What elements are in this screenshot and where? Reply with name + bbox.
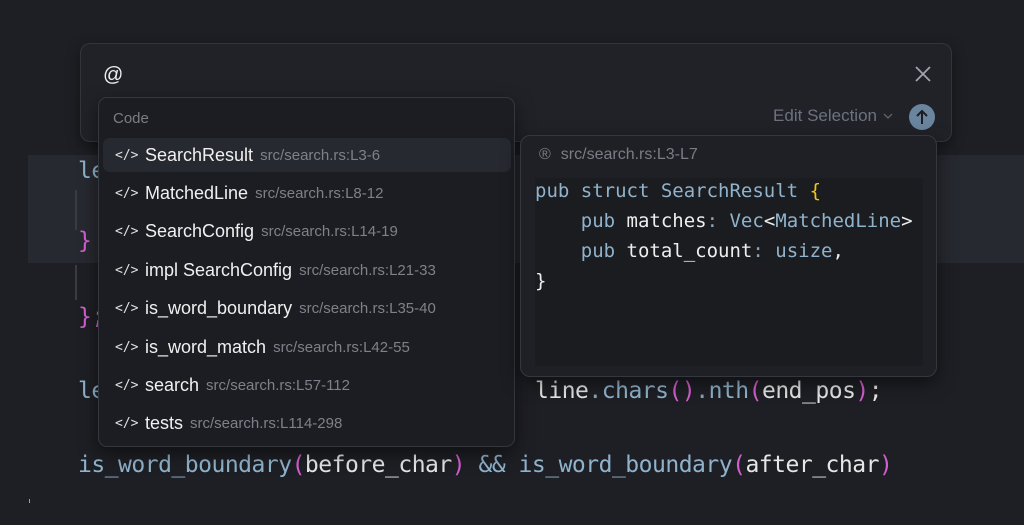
code-icon: </> (115, 339, 139, 355)
code-brace: } (78, 228, 92, 254)
dropdown-item[interactable]: </> tests src/search.rs:L114-298 (103, 407, 511, 441)
item-path: src/search.rs:L8-12 (255, 184, 384, 202)
item-name: is_word_match (145, 336, 267, 357)
dropdown-item[interactable]: </> is_word_boundary src/search.rs:L35-40 (103, 292, 511, 326)
chevron-down-icon (883, 113, 893, 119)
dropdown-item[interactable]: </> SearchResult src/search.rs:L3-6 (103, 138, 511, 172)
code-icon: </> (115, 147, 139, 163)
item-path: src/search.rs:L114-298 (190, 415, 343, 433)
code-line: is_word_boundary(before_char) && is_word… (78, 452, 893, 478)
dropdown-item[interactable]: </> is_word_match src/search.rs:L42-55 (103, 330, 511, 364)
code-icon: </> (115, 416, 139, 432)
code-line: pub matches: Vec<MatchedLine> (535, 210, 913, 232)
dropdown-item[interactable]: </> SearchConfig src/search.rs:L14-19 (103, 215, 511, 249)
dropdown-item[interactable]: </> MatchedLine src/search.rs:L8-12 (103, 176, 511, 210)
item-name: impl SearchConfig (145, 259, 293, 280)
close-icon[interactable] (913, 64, 933, 84)
registered-icon: ® (539, 146, 551, 163)
item-name: MatchedLine (145, 182, 249, 203)
code-icon: </> (115, 224, 139, 240)
code-icon: </> (115, 301, 139, 317)
code-icon: </> (115, 377, 139, 393)
item-path: src/search.rs:L14-19 (261, 223, 398, 241)
dropdown-section-header: Code (113, 110, 149, 127)
text-cursor (29, 499, 30, 503)
mode-selector[interactable]: Edit Selection (773, 106, 893, 126)
code-line: pub total_count: usize, (535, 240, 844, 262)
item-path: src/search.rs:L35-40 (299, 300, 436, 318)
item-name: search (145, 374, 200, 395)
prompt-input[interactable]: @ (103, 64, 123, 87)
code-icon: </> (115, 185, 139, 201)
dropdown-item[interactable]: </> search src/search.rs:L57-112 (103, 368, 511, 402)
code-line: } (535, 270, 547, 292)
item-path: src/search.rs:L3-6 (260, 146, 381, 164)
item-name: SearchConfig (145, 221, 255, 242)
code-icon: </> (115, 262, 139, 278)
item-path: src/search.rs:L57-112 (206, 376, 350, 394)
indent-guide (75, 265, 77, 300)
item-name: SearchResult (145, 144, 254, 165)
item-path: src/search.rs:L42-55 (273, 338, 410, 356)
mention-dropdown: Code </> SearchResult src/search.rs:L3-6 </… (98, 97, 515, 447)
item-name: is_word_boundary (145, 298, 293, 319)
dropdown-item[interactable]: </> impl SearchConfig src/search.rs:L21-33 (103, 253, 511, 287)
arrow-up-icon (916, 109, 928, 124)
code-line: pub struct SearchResult { (535, 180, 822, 202)
item-path: src/search.rs:L21-33 (299, 261, 436, 279)
code-line: line.chars().nth(end_pos); (535, 378, 883, 404)
preview-code: pub struct SearchResult { pub matches: V… (535, 178, 923, 366)
code-preview-panel: ® src/search.rs:L3-L7 pub struct SearchRe… (520, 135, 937, 377)
mode-label: Edit Selection (773, 106, 877, 125)
send-button[interactable] (909, 104, 935, 130)
item-name: tests (145, 413, 184, 434)
preview-path: src/search.rs:L3-L7 (560, 146, 698, 163)
indent-guide (75, 190, 77, 230)
